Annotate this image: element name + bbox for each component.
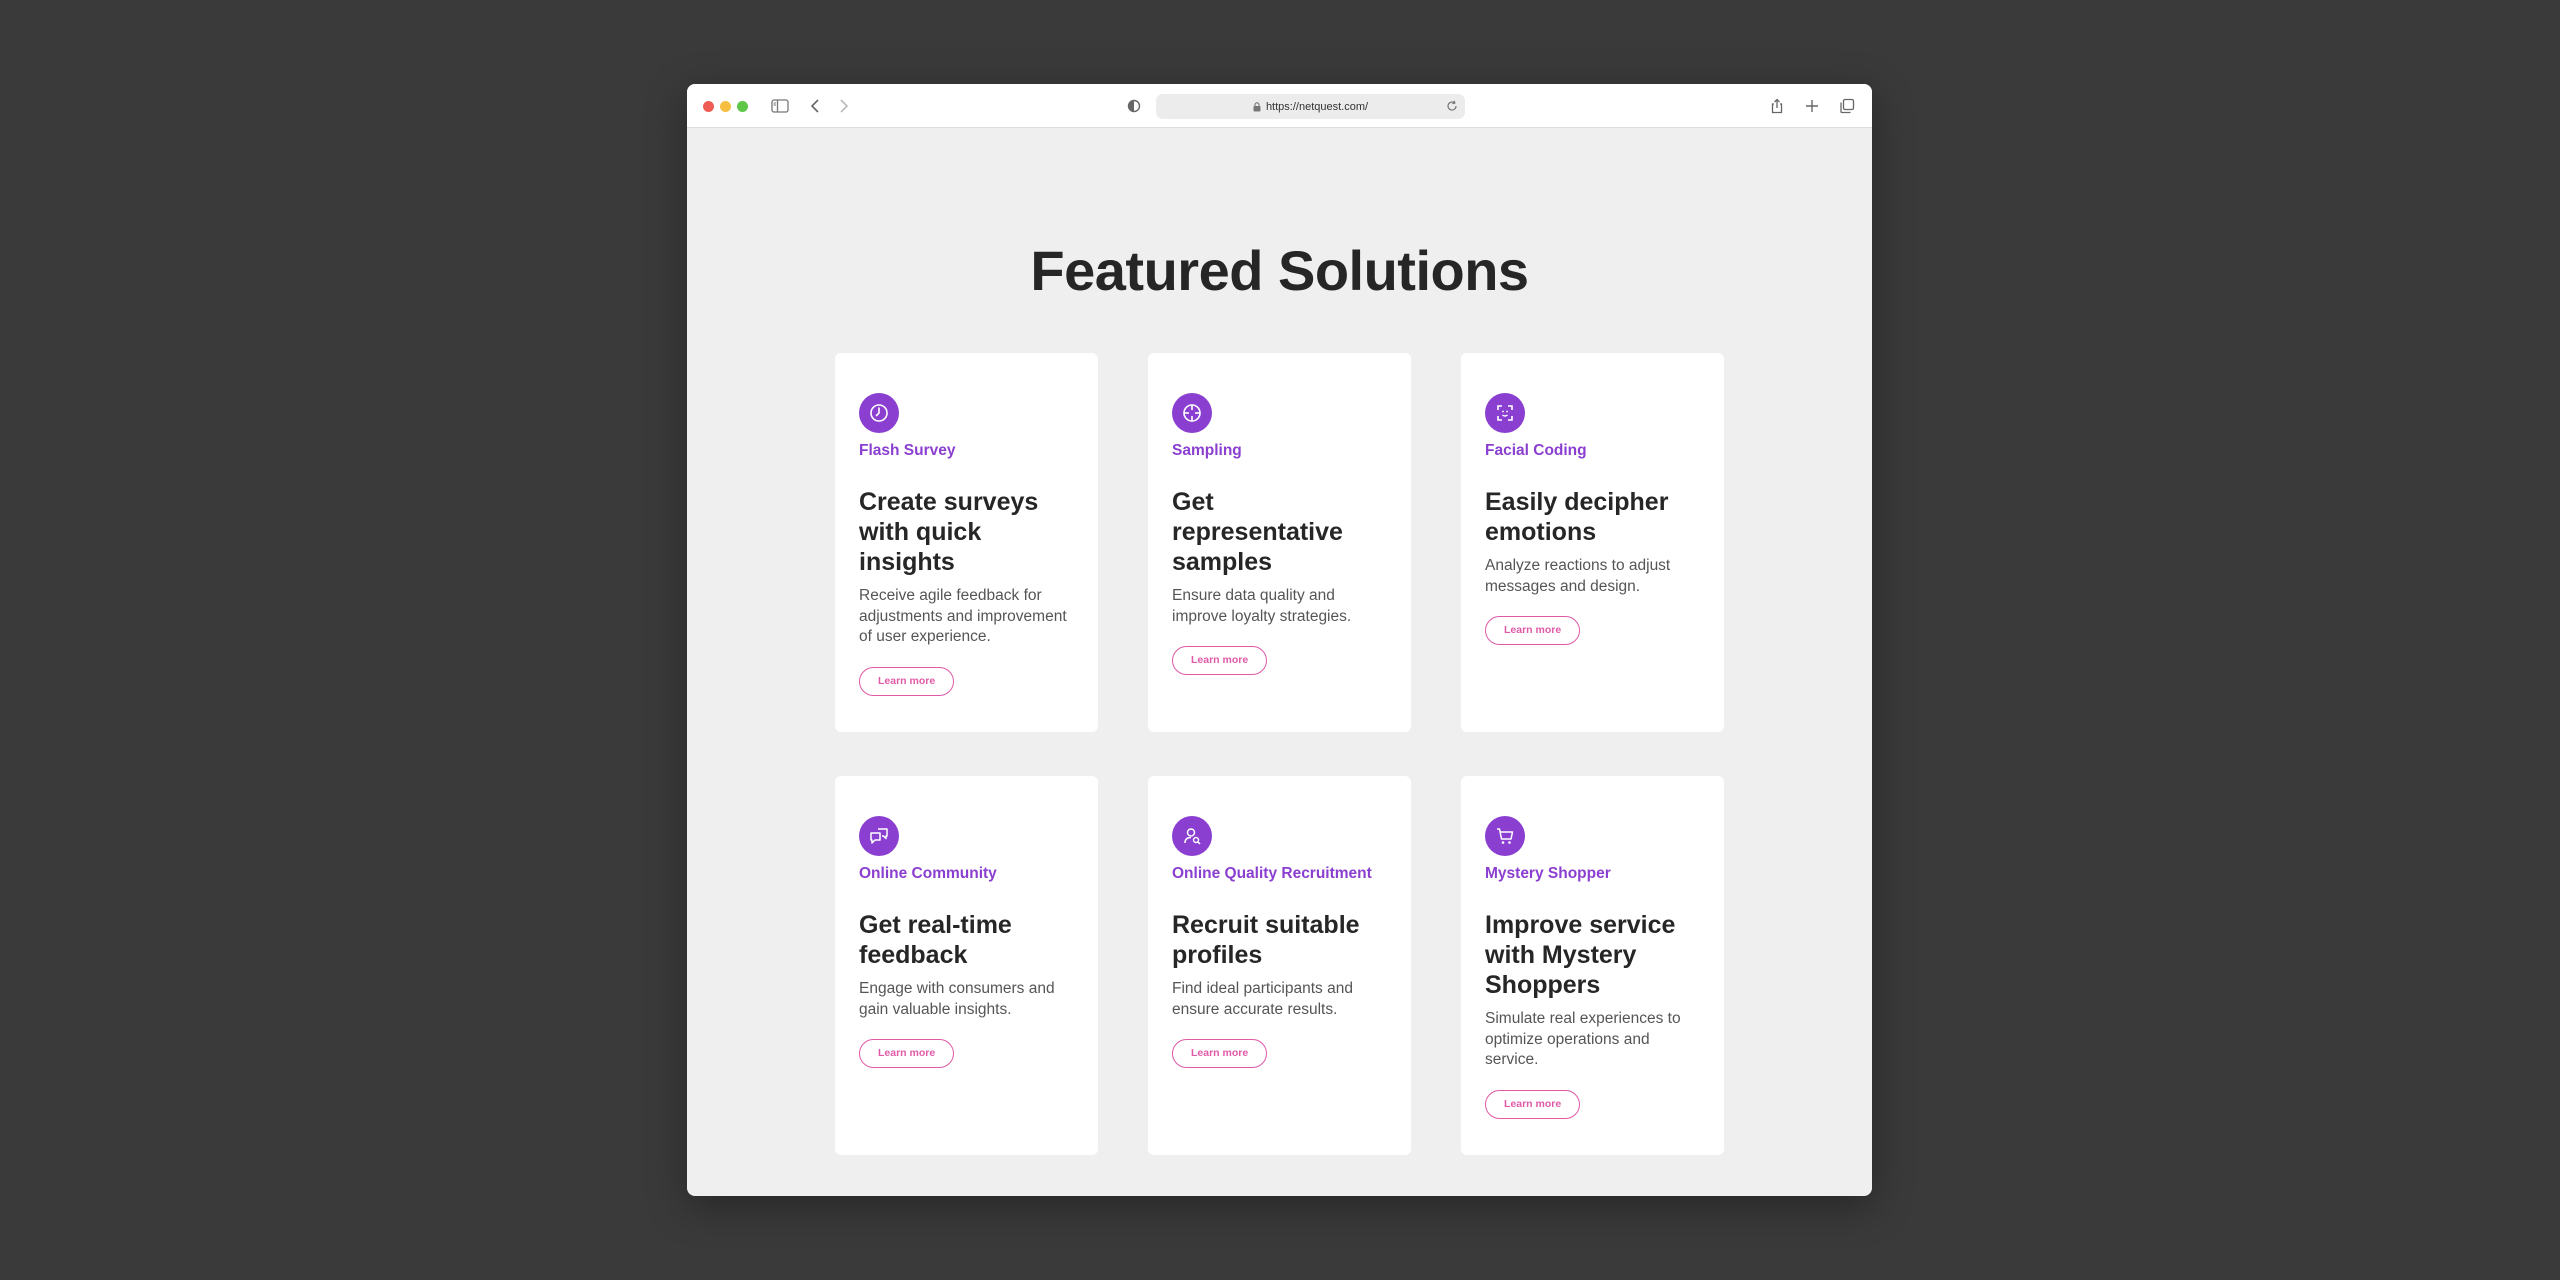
card-title: Get representative samples [1172, 488, 1343, 576]
sidebar-toggle-icon[interactable] [769, 95, 791, 117]
address-bar[interactable]: https://netquest.com/ [1156, 94, 1465, 119]
tab-overview-icon[interactable] [1836, 95, 1858, 117]
solution-card-facial-coding: Facial Coding Easily decipher emotions A… [1461, 353, 1724, 732]
solution-card-flash-survey: Flash Survey Create surveys with quick i… [835, 353, 1098, 732]
card-label: Sampling [1172, 442, 1242, 459]
solution-card-online-quality-recruitment: Online Quality Recruitment Recruit suita… [1148, 776, 1411, 1155]
learn-more-button[interactable]: Learn more [859, 666, 955, 696]
solution-card-sampling: Sampling Get representative samples Ensu… [1148, 353, 1411, 732]
page-content: Featured Solutions Flash Survey Create s… [687, 128, 1872, 1196]
privacy-shield-icon[interactable] [1123, 95, 1145, 117]
card-label: Facial Coding [1485, 442, 1587, 459]
lock-icon [1253, 101, 1261, 112]
forward-icon[interactable] [833, 95, 855, 117]
card-label: Flash Survey [859, 442, 956, 459]
new-tab-icon[interactable] [1801, 95, 1823, 117]
card-title: Get real-time feedback [859, 911, 1012, 969]
chat-bubbles-icon [859, 816, 899, 856]
target-icon [1172, 393, 1212, 433]
card-description: Analyze reactions to adjust messages and… [1485, 557, 1671, 595]
card-label: Mystery Shopper [1485, 865, 1611, 882]
back-icon[interactable] [804, 95, 826, 117]
share-icon[interactable] [1766, 95, 1788, 117]
reload-icon[interactable] [1446, 100, 1458, 115]
card-label: Online Quality Recruitment [1172, 865, 1372, 882]
card-title: Create surveys with quick insights [859, 488, 1039, 576]
card-description: Find ideal participants and ensure accur… [1172, 980, 1353, 1018]
face-scan-icon [1485, 393, 1525, 433]
user-search-icon [1172, 816, 1212, 856]
maximize-window-button[interactable] [737, 101, 748, 112]
url-text: https://netquest.com/ [1265, 100, 1369, 113]
card-description: Simulate real experiences to optimize op… [1485, 1010, 1681, 1068]
minimize-window-button[interactable] [720, 101, 731, 112]
learn-more-button[interactable]: Learn more [1485, 616, 1581, 645]
clock-icon [859, 393, 899, 433]
learn-more-button[interactable]: Learn more [1172, 1039, 1268, 1068]
close-window-button[interactable] [703, 101, 714, 112]
browser-toolbar: https://netquest.com/ [687, 84, 1872, 128]
card-title: Easily decipher emotions [1485, 488, 1669, 546]
card-label: Online Community [859, 865, 997, 882]
page-title: Featured Solutions [1030, 239, 1529, 302]
card-description: Ensure data quality and improve loyalty … [1172, 587, 1352, 625]
solution-card-online-community: Online Community Get real-time feedback … [835, 776, 1098, 1155]
browser-window: https://netquest.com/ Featured Solutions… [687, 84, 1872, 1196]
solution-card-mystery-shopper: Mystery Shopper Improve service with Mys… [1461, 776, 1724, 1155]
learn-more-button[interactable]: Learn more [859, 1039, 955, 1068]
card-description: Receive agile feedback for adjustments a… [859, 587, 1067, 645]
cart-icon [1485, 816, 1525, 856]
learn-more-button[interactable]: Learn more [1485, 1089, 1581, 1119]
card-description: Engage with consumers and gain valuable … [859, 980, 1055, 1018]
card-title: Recruit suitable profiles [1172, 911, 1360, 969]
learn-more-button[interactable]: Learn more [1172, 646, 1268, 675]
card-title: Improve service with Mystery Shoppers [1485, 911, 1676, 999]
